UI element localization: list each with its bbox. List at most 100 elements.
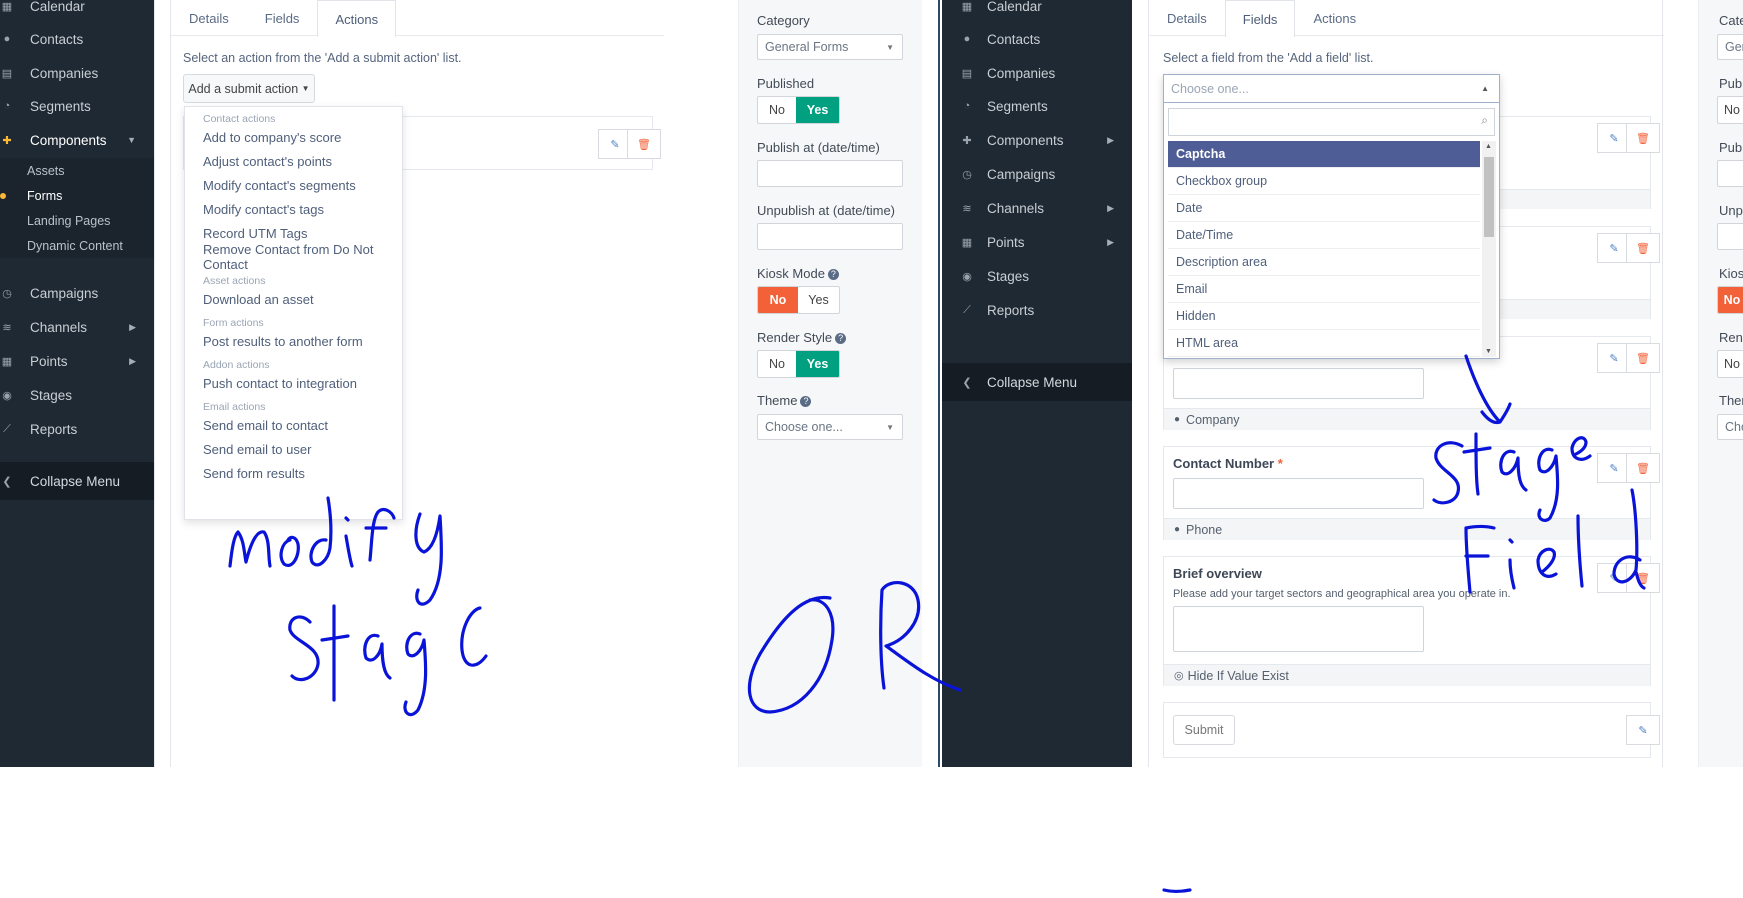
kiosk-toggle[interactable]: No Yes [757, 286, 840, 314]
dropdown-item[interactable]: Remove Contact from Do Not Contact [185, 242, 402, 272]
kiosk-mode-label: Kiosk Mode? [757, 266, 839, 281]
add-field-select[interactable]: Choose one... ▲ [1164, 75, 1499, 103]
tab-details[interactable]: Details [1149, 0, 1225, 36]
add-submit-action-button[interactable]: Add a submit action ▼ [183, 74, 315, 103]
sub-dynamic-content[interactable]: Dynamic Content [0, 233, 154, 258]
tab-fields[interactable]: Fields [247, 0, 318, 36]
toggle-no[interactable]: No [1718, 351, 1743, 377]
toggle-yes[interactable]: Yes [796, 351, 839, 377]
kiosk-toggle[interactable]: No [1717, 286, 1743, 314]
dropdown-item[interactable]: Send form results [185, 461, 402, 485]
company-input[interactable] [1173, 368, 1424, 399]
tab-fields[interactable]: Fields [1224, 0, 1296, 37]
edit-icon[interactable]: ✎ [1626, 715, 1660, 745]
theme-select[interactable]: Cho [1717, 414, 1743, 440]
nav-points[interactable]: ▦ Points ▶ [942, 223, 1132, 261]
unpublish-at-label: Unpublish at (date/time) [757, 203, 896, 218]
nav-points[interactable]: ▦ Points ▶ [0, 342, 154, 380]
toggle-no[interactable]: No [758, 287, 798, 313]
dropdown-item[interactable]: Send email to contact [185, 413, 402, 437]
published-toggle[interactable]: No [1717, 96, 1743, 124]
trash-icon[interactable]: 🗑 [1626, 233, 1660, 263]
tab-actions[interactable]: Actions [317, 0, 397, 37]
option[interactable]: Email [1168, 276, 1480, 303]
nav-contacts[interactable]: ● Contacts [942, 20, 1132, 58]
publish-at-input[interactable] [757, 160, 903, 187]
chevron-left-icon: ❮ [962, 376, 972, 389]
trash-icon[interactable]: 🗑 [1626, 453, 1660, 483]
render-style-toggle[interactable]: No Yes [757, 350, 840, 378]
sub-forms[interactable]: Forms [0, 183, 154, 208]
option[interactable]: HTML area [1168, 330, 1480, 357]
puzzle-icon: ✚ [962, 134, 972, 147]
trash-icon[interactable]: 🗑 [1626, 343, 1660, 373]
toggle-no[interactable]: No [1718, 287, 1743, 313]
required-icon: * [1277, 456, 1283, 471]
combo-scrollbar[interactable]: ▲ ▼ [1482, 141, 1496, 357]
option[interactable]: Date [1168, 195, 1480, 222]
nav-stages[interactable]: ◉ Stages [0, 376, 154, 414]
nav-components[interactable]: ✚ Components ▶ [942, 121, 1132, 159]
scroll-down-icon[interactable]: ▼ [1485, 348, 1492, 355]
add-field-combobox[interactable]: Choose one... ▲ ⌕ Captcha Checkbox group… [1163, 74, 1500, 359]
dropdown-item[interactable]: Push contact to integration [185, 371, 402, 395]
nav-campaigns[interactable]: ◷ Campaigns [942, 155, 1132, 193]
option[interactable]: Date/Time [1168, 222, 1480, 249]
submit-button[interactable]: Submit [1173, 715, 1235, 745]
unpublish-at-input[interactable] [757, 223, 903, 250]
trash-icon[interactable]: 🗑 [627, 129, 661, 159]
collapse-menu-button[interactable]: ❮ Collapse Menu [942, 363, 1132, 401]
nav-stages[interactable]: ◉ Stages [942, 257, 1132, 295]
combo-options-list: Captcha Checkbox group Date Date/Time De… [1168, 141, 1480, 357]
nav-channels[interactable]: ≋ Channels ▶ [0, 308, 154, 346]
dropdown-item[interactable]: Send email to user [185, 437, 402, 461]
publish-at-input[interactable] [1717, 160, 1743, 187]
contact-number-input[interactable] [1173, 478, 1424, 509]
toggle-no[interactable]: No [758, 97, 796, 123]
dropdown-item[interactable]: Modify contact's tags [185, 197, 402, 221]
dropdown-item[interactable]: Download an asset [185, 287, 402, 311]
collapse-menu-button[interactable]: ❮ Collapse Menu [0, 462, 154, 500]
tab-actions[interactable]: Actions [1295, 0, 1374, 36]
option[interactable]: Captcha [1168, 141, 1480, 168]
scroll-thumb[interactable] [1484, 157, 1494, 237]
option[interactable]: Description area [1168, 249, 1480, 276]
toggle-yes[interactable]: Yes [796, 97, 839, 123]
toggle-yes[interactable]: Yes [798, 287, 839, 313]
nav-reports[interactable]: ⟋ Reports [942, 291, 1132, 329]
building-icon: ▤ [1, 67, 13, 80]
dropdown-item[interactable]: Post results to another form [185, 329, 402, 353]
scroll-up-icon[interactable]: ▲ [1485, 143, 1492, 150]
nav-segments[interactable]: ◔ Segments [0, 87, 154, 125]
nav-segments[interactable]: ◔ Segments [942, 87, 1132, 125]
nav-contacts[interactable]: ● Contacts [0, 20, 154, 58]
trash-icon[interactable]: 🗑 [1626, 563, 1660, 593]
option[interactable]: Hidden [1168, 303, 1480, 330]
nav-campaigns[interactable]: ◷ Campaigns [0, 274, 154, 312]
trash-icon[interactable]: 🗑 [1626, 123, 1660, 153]
toggle-no[interactable]: No [1718, 97, 1743, 123]
sub-assets[interactable]: Assets [0, 158, 154, 183]
dropdown-item[interactable]: Modify contact's segments [185, 173, 402, 197]
dropdown-item[interactable]: Add to company's score [185, 125, 402, 149]
toggle-no[interactable]: No [758, 351, 796, 377]
brief-overview-textarea[interactable] [1173, 606, 1424, 652]
category-select[interactable]: General Forms ▼ [757, 34, 903, 60]
theme-select[interactable]: Choose one... ▼ [757, 414, 903, 440]
unpublish-at-input[interactable] [1717, 223, 1743, 250]
card-footer: ● Company [1164, 408, 1650, 430]
nav-channels[interactable]: ≋ Channels ▶ [942, 189, 1132, 227]
dropdown-item[interactable]: Adjust contact's points [185, 149, 402, 173]
nav-components[interactable]: ✚ Components ▼ [0, 121, 154, 159]
render-toggle[interactable]: No [1717, 350, 1743, 378]
published-toggle[interactable]: No Yes [757, 96, 840, 124]
calendar-icon: ▦ [961, 0, 973, 13]
sub-landing-pages[interactable]: Landing Pages [0, 208, 154, 233]
nav-reports[interactable]: ⟋ Reports [0, 410, 154, 448]
left-tabs: Details Fields Actions [171, 0, 664, 37]
combo-search-input[interactable]: ⌕ [1168, 108, 1495, 136]
theme-label: Ther [1719, 393, 1743, 408]
category-select[interactable]: Gen [1717, 34, 1743, 60]
tab-details[interactable]: Details [171, 0, 247, 36]
option[interactable]: Checkbox group [1168, 168, 1480, 195]
